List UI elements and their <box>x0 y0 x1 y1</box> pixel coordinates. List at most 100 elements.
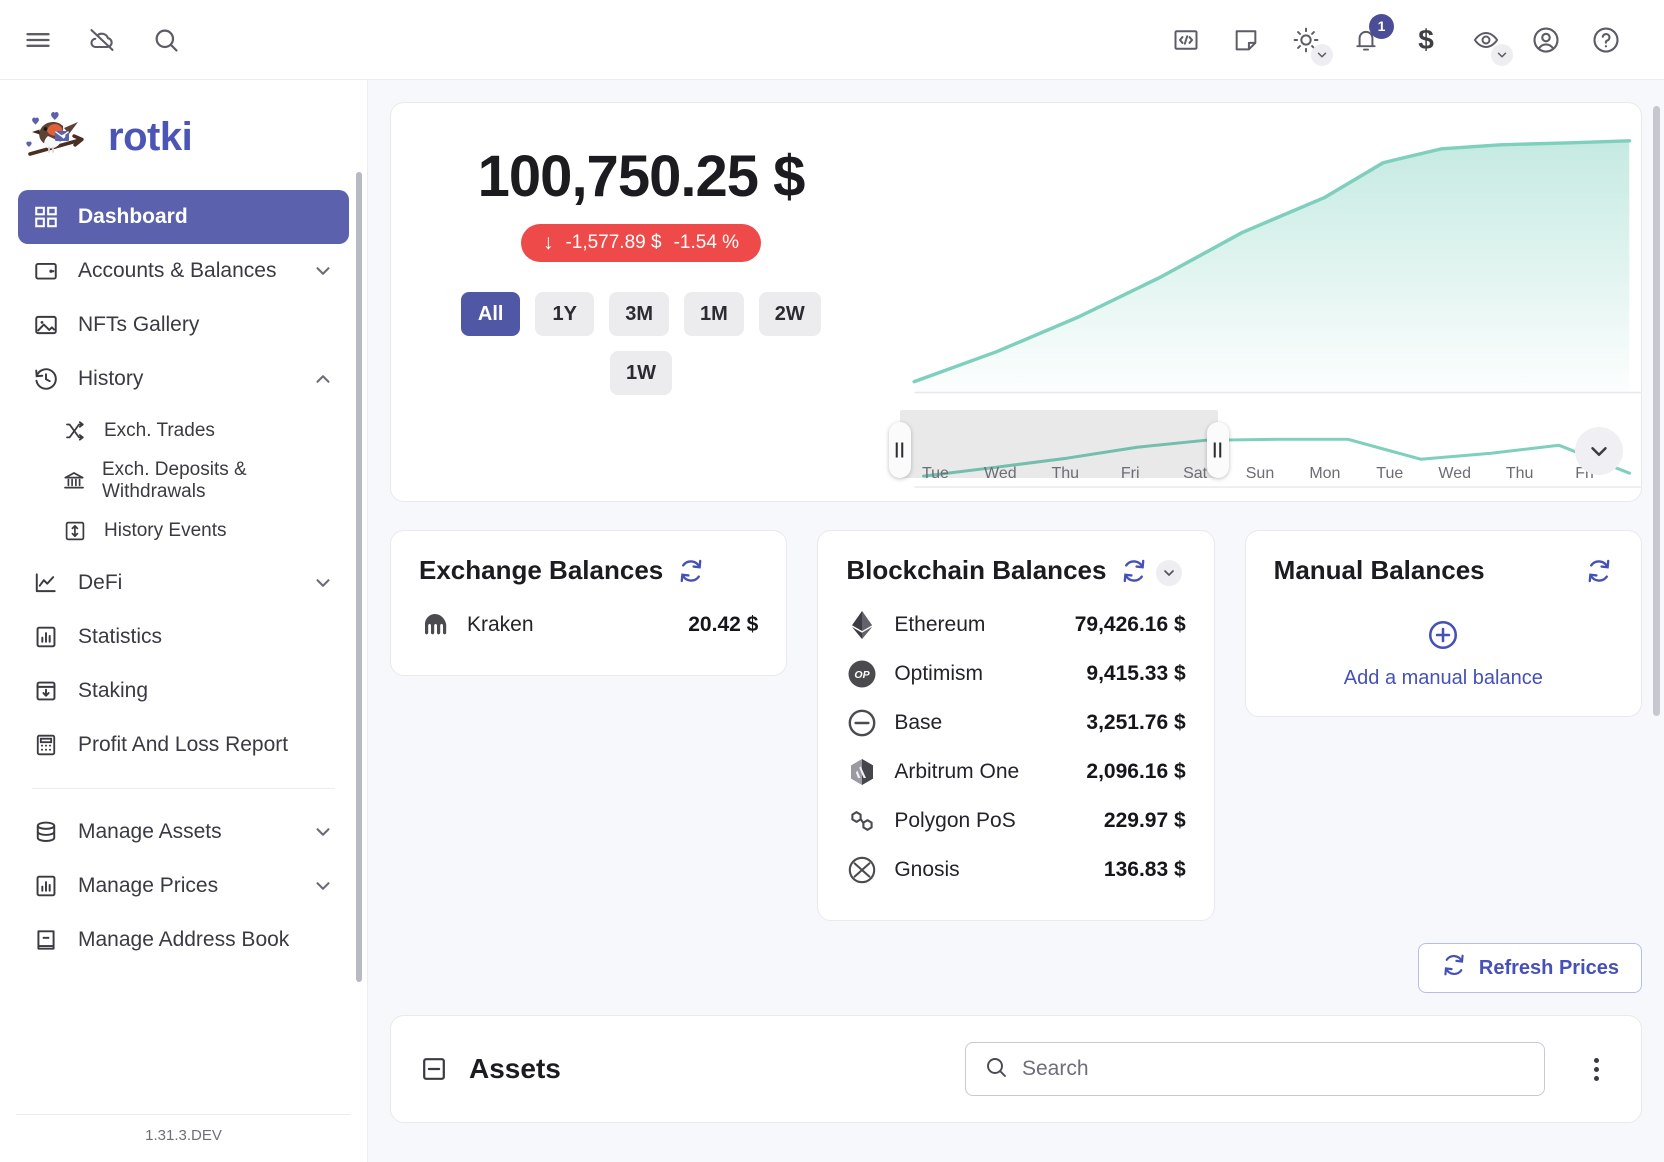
gnosis-icon <box>846 854 878 886</box>
sidebar-item-manage-address-book[interactable]: Manage Address Book <box>18 913 349 967</box>
blockchain-balance-row[interactable]: OP Optimism 9,415.33 $ <box>846 649 1186 698</box>
chart-expand-chevron-down-icon[interactable] <box>1575 427 1623 475</box>
refresh-icon[interactable] <box>677 557 705 585</box>
chain-name: Arbitrum One <box>894 759 1020 783</box>
refresh-prices-row: Refresh Prices <box>390 943 1642 993</box>
assets-title: Assets <box>469 1053 561 1084</box>
x-tick: Thu <box>1505 465 1534 482</box>
chart-x-axis-labels: Tue Wed Thu Fri Sat Sun Mon Tue Wed Thu … <box>903 465 1617 483</box>
timeframe-2w[interactable]: 2W <box>758 292 821 336</box>
sidebar-item-history[interactable]: History <box>18 352 349 406</box>
sidebar-item-staking[interactable]: Staking <box>18 664 349 718</box>
networth-chart[interactable]: || || Tue Wed Thu Fri Sat Sun Mon Tue We… <box>889 103 1641 501</box>
blockchain-balance-row[interactable]: Gnosis 136.83 $ <box>846 845 1186 894</box>
app-version: 1.31.3.DEV <box>16 1114 351 1162</box>
x-tick: Thu <box>1051 465 1080 482</box>
sidebar-item-manage-prices[interactable]: Manage Prices <box>18 859 349 913</box>
blockchain-balance-row[interactable]: Polygon PoS 229.97 $ <box>846 796 1186 845</box>
privacy-chevron-down-icon[interactable] <box>1491 43 1513 66</box>
exchange-name: Kraken <box>467 612 534 636</box>
sidebar-sub-label: Exch. Trades <box>104 420 215 441</box>
timeframe-all[interactable]: All <box>461 292 521 336</box>
collapse-minus-icon[interactable] <box>419 1054 449 1084</box>
sidebar-item-profit-and-loss-report[interactable]: Profit And Loss Report <box>18 718 349 772</box>
x-tick: Wed <box>1438 465 1471 482</box>
plus-circle-icon[interactable] <box>1426 618 1460 657</box>
chain-name: Base <box>894 710 943 734</box>
sidebar-item-history-events[interactable]: History Events <box>18 506 349 556</box>
sidebar-item-manage-assets[interactable]: Manage Assets <box>18 805 349 859</box>
sidebar-item-exch-deposits-withdrawals[interactable]: Exch. Deposits & Withdrawals <box>18 456 349 506</box>
sidebar-sub-label: Exch. Deposits & Withdrawals <box>102 459 247 502</box>
chevron-down-icon[interactable] <box>311 820 335 844</box>
add-manual-balance-link[interactable]: Add a manual balance <box>1344 667 1543 690</box>
brand-name: rotki <box>108 114 193 159</box>
rotki-robin-logo-icon <box>26 112 84 156</box>
currency-dollar-icon[interactable]: $ <box>1406 20 1446 60</box>
blockchain-balance-row[interactable]: Arbitrum One 2,096.16 $ <box>846 747 1186 796</box>
note-icon[interactable] <box>1226 20 1266 60</box>
cloud-off-icon[interactable] <box>82 20 122 60</box>
code-icon[interactable] <box>1166 20 1206 60</box>
manual-balances-body: Add a manual balance <box>1274 600 1613 690</box>
exchange-balances-card: Exchange Balances Kraken 20.42 $ <box>390 530 788 676</box>
theme-sun-icon[interactable] <box>1286 20 1333 66</box>
sidebar-item-exch-trades[interactable]: Exch. Trades <box>18 406 349 456</box>
blockchain-chevron-down-icon[interactable] <box>1156 560 1183 586</box>
chevron-up-icon[interactable] <box>311 367 335 391</box>
brand-logo[interactable]: rotki <box>0 80 367 190</box>
chain-value: 229.97 $ <box>1103 808 1186 832</box>
chain-name: Optimism <box>894 661 983 685</box>
main-scrollbar[interactable] <box>1653 106 1660 716</box>
x-tick: Tue <box>921 465 949 482</box>
sidebar: rotki Dashboard Accounts & Balances NFTs… <box>0 80 368 1162</box>
chain-name: Ethereum <box>894 612 986 636</box>
blockchain-balance-row[interactable]: Ethereum 79,426.16 $ <box>846 600 1186 649</box>
refresh-icon[interactable] <box>1585 557 1613 585</box>
timeframe-1y[interactable]: 1Y <box>535 292 595 336</box>
sidebar-item-statistics[interactable]: Statistics <box>18 610 349 664</box>
calculator-icon <box>32 731 60 759</box>
help-icon[interactable] <box>1586 20 1626 60</box>
sidebar-item-label: Staking <box>78 679 149 702</box>
sidebar-item-label: Profit And Loss Report <box>78 733 289 756</box>
sidebar-item-defi[interactable]: DeFi <box>18 556 349 610</box>
down-arrow-icon: ↓ <box>542 231 554 254</box>
ethereum-icon <box>846 609 878 641</box>
sidebar-scrollbar[interactable] <box>356 172 362 982</box>
bar-chart-icon <box>32 872 60 900</box>
assets-search[interactable] <box>965 1042 1545 1096</box>
sidebar-sub-label: History Events <box>104 520 227 541</box>
chevron-down-icon[interactable] <box>311 874 335 898</box>
arbitrum-icon <box>846 756 878 788</box>
privacy-eye-icon[interactable] <box>1466 20 1513 66</box>
refresh-icon[interactable] <box>1120 557 1148 585</box>
x-tick: Mon <box>1309 465 1341 482</box>
blockchain-balance-row[interactable]: Base 3,251.76 $ <box>846 698 1186 747</box>
chain-value: 3,251.76 $ <box>1086 710 1186 734</box>
x-tick: Sun <box>1245 465 1275 482</box>
top-bar-left-group <box>18 20 186 60</box>
polygon-icon <box>846 805 878 837</box>
account-icon[interactable] <box>1526 20 1566 60</box>
exchange-balance-row[interactable]: Kraken 20.42 $ <box>419 600 758 649</box>
kebab-menu-icon[interactable] <box>1579 1052 1613 1086</box>
sidebar-item-accounts-balances[interactable]: Accounts & Balances <box>18 244 349 298</box>
blockchain-balances-card: Blockchain Balances Ethereum 79,426.16 $… <box>817 530 1215 921</box>
search-input[interactable] <box>1022 1057 1526 1081</box>
chevron-down-icon[interactable] <box>311 571 335 595</box>
timeframe-1m[interactable]: 1M <box>684 292 744 336</box>
blockchain-balances-header: Blockchain Balances <box>846 555 1185 586</box>
chevron-down-icon[interactable] <box>311 259 335 283</box>
sidebar-item-nfts-gallery[interactable]: NFTs Gallery <box>18 298 349 352</box>
search-icon[interactable] <box>146 20 186 60</box>
sidebar-item-dashboard[interactable]: Dashboard <box>18 190 349 244</box>
timeframe-1w[interactable]: 1W <box>610 351 672 395</box>
base-icon <box>846 707 878 739</box>
notification-bell-icon[interactable]: 1 <box>1346 13 1394 60</box>
refresh-prices-button[interactable]: Refresh Prices <box>1417 943 1642 993</box>
swap-box-icon <box>62 518 88 544</box>
theme-chevron-down-icon[interactable] <box>1311 43 1333 66</box>
menu-icon[interactable] <box>18 20 58 60</box>
timeframe-3m[interactable]: 3M <box>609 292 669 336</box>
